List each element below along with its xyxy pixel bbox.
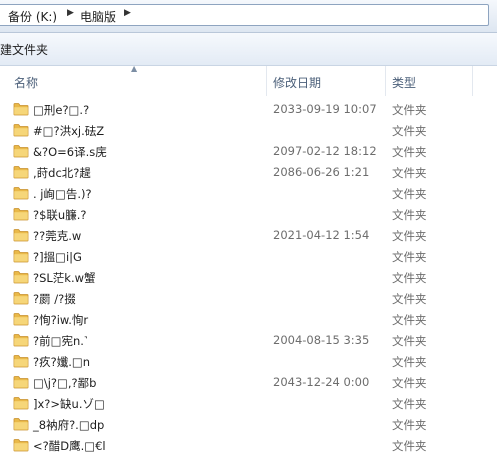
breadcrumb-drive[interactable]: 备份 (K:) bbox=[8, 8, 57, 25]
file-name: ]x?>缺u.ゾ□ bbox=[33, 397, 105, 411]
file-name: #□?洪xj.砝Z bbox=[33, 124, 105, 138]
column-date-header[interactable]: 修改日期 bbox=[273, 74, 321, 91]
folder-icon bbox=[13, 165, 29, 179]
file-type: 文件夹 bbox=[392, 334, 427, 348]
file-name: ??莞克.w bbox=[33, 229, 82, 243]
file-name: . j峋□告.)? bbox=[33, 187, 92, 201]
file-name: ,莳dc北?趧 bbox=[33, 166, 91, 180]
file-type: 文件夹 bbox=[392, 229, 427, 243]
file-type: 文件夹 bbox=[392, 166, 427, 180]
folder-icon bbox=[13, 312, 29, 326]
file-row[interactable]: ?罽 /?掇 文件夹 bbox=[0, 288, 497, 309]
column-name-header[interactable]: 名称 bbox=[14, 74, 38, 91]
file-row[interactable]: ?恂?iw.恂r 文件夹 bbox=[0, 309, 497, 330]
file-type: 文件夹 bbox=[392, 271, 427, 285]
folder-icon bbox=[13, 396, 29, 410]
folder-icon bbox=[13, 144, 29, 158]
folder-icon bbox=[13, 417, 29, 431]
file-date: 2097-02-12 18:12 bbox=[273, 144, 377, 158]
file-type: 文件夹 bbox=[392, 187, 427, 201]
folder-icon bbox=[13, 291, 29, 305]
sort-ascending-icon: ▲ bbox=[131, 64, 138, 73]
file-row[interactable]: #□?洪xj.砝Z 文件夹 bbox=[0, 120, 497, 141]
file-type: 文件夹 bbox=[392, 313, 427, 327]
file-type: 文件夹 bbox=[392, 103, 427, 117]
file-name: ?$联u臁.? bbox=[33, 208, 87, 222]
file-row[interactable]: &?O=6译.s庑 2097-02-12 18:12 文件夹 bbox=[0, 141, 497, 162]
file-row[interactable]: ?$联u臁.? 文件夹 bbox=[0, 204, 497, 225]
column-divider[interactable] bbox=[266, 66, 267, 96]
file-name: &?O=6译.s庑 bbox=[33, 145, 107, 159]
file-row[interactable]: ?]搵□i|G 文件夹 bbox=[0, 246, 497, 267]
column-type-header[interactable]: 类型 bbox=[392, 74, 416, 91]
toolbar: 建文件夹 bbox=[0, 33, 497, 66]
breadcrumb-folder[interactable]: 电脑版 bbox=[80, 8, 116, 25]
file-date: 2043-12-24 0:00 bbox=[273, 375, 370, 389]
folder-icon bbox=[13, 186, 29, 200]
file-row[interactable]: ]x?>缺u.ゾ□ 文件夹 bbox=[0, 393, 497, 414]
folder-icon bbox=[13, 354, 29, 368]
file-date: 2086-06-26 1:21 bbox=[273, 165, 370, 179]
folder-icon bbox=[13, 123, 29, 137]
file-name: □刑e?□.? bbox=[33, 103, 90, 117]
file-row[interactable]: ??莞克.w 2021-04-12 1:54 文件夹 bbox=[0, 225, 497, 246]
file-row[interactable]: _8衲府?.□dp 文件夹 bbox=[0, 414, 497, 435]
file-name: ?SL茫k.w蟹 bbox=[33, 271, 96, 285]
file-name: ?前□宪n.˺ bbox=[33, 334, 88, 348]
file-type: 文件夹 bbox=[392, 439, 427, 453]
file-type: 文件夹 bbox=[392, 250, 427, 264]
file-row[interactable]: □刑e?□.? 2033-09-19 10:07 文件夹 bbox=[0, 99, 497, 120]
address-box[interactable]: 备份 (K:) ▶ 电脑版 ▶ bbox=[0, 4, 489, 26]
file-row[interactable]: ?前□宪n.˺ 2004-08-15 3:35 文件夹 bbox=[0, 330, 497, 351]
folder-icon bbox=[13, 270, 29, 284]
file-row[interactable]: □\j?□,?鄙b 2043-12-24 0:00 文件夹 bbox=[0, 372, 497, 393]
file-name: ?疚?孅.□n bbox=[33, 355, 91, 369]
file-row[interactable]: ,莳dc北?趧 2086-06-26 1:21 文件夹 bbox=[0, 162, 497, 183]
file-date: 2004-08-15 3:35 bbox=[273, 333, 370, 347]
file-name: <?醋D鹰.□€l bbox=[33, 439, 106, 453]
file-name: _8衲府?.□dp bbox=[33, 418, 105, 432]
new-folder-button[interactable]: 建文件夹 bbox=[0, 41, 48, 58]
breadcrumb-arrow-icon[interactable]: ▶ bbox=[124, 8, 131, 18]
file-type: 文件夹 bbox=[392, 292, 427, 306]
file-row[interactable]: . j峋□告.)? 文件夹 bbox=[0, 183, 497, 204]
file-row[interactable]: ?SL茫k.w蟹 文件夹 bbox=[0, 267, 497, 288]
file-name: ?罽 /?掇 bbox=[33, 292, 76, 306]
column-divider[interactable] bbox=[385, 66, 386, 96]
file-name: ?恂?iw.恂r bbox=[33, 313, 89, 327]
folder-icon bbox=[13, 228, 29, 242]
folder-icon bbox=[13, 438, 29, 452]
folder-icon bbox=[13, 249, 29, 263]
file-list: □刑e?□.? 2033-09-19 10:07 文件夹 #□?洪xj.砝Z 文件夹 &?… bbox=[0, 99, 497, 456]
file-type: 文件夹 bbox=[392, 124, 427, 138]
file-row[interactable]: ?疚?孅.□n 文件夹 bbox=[0, 351, 497, 372]
column-header: ▲ 名称 修改日期 类型 bbox=[0, 64, 497, 96]
column-divider[interactable] bbox=[472, 66, 473, 96]
file-type: 文件夹 bbox=[392, 208, 427, 222]
folder-icon bbox=[13, 102, 29, 116]
file-type: 文件夹 bbox=[392, 355, 427, 369]
file-date: 2033-09-19 10:07 bbox=[273, 102, 377, 116]
file-name: □\j?□,?鄙b bbox=[33, 376, 97, 390]
folder-icon bbox=[13, 207, 29, 221]
file-date: 2021-04-12 1:54 bbox=[273, 228, 370, 242]
file-row[interactable]: <?醋D鹰.□€l 文件夹 bbox=[0, 435, 497, 456]
file-name: ?]搵□i|G bbox=[33, 250, 82, 264]
breadcrumb-arrow-icon[interactable]: ▶ bbox=[67, 8, 74, 18]
file-type: 文件夹 bbox=[392, 376, 427, 390]
address-bar: 备份 (K:) ▶ 电脑版 ▶ bbox=[0, 0, 497, 33]
folder-icon bbox=[13, 333, 29, 347]
file-type: 文件夹 bbox=[392, 145, 427, 159]
folder-icon bbox=[13, 375, 29, 389]
file-type: 文件夹 bbox=[392, 397, 427, 411]
file-type: 文件夹 bbox=[392, 418, 427, 432]
